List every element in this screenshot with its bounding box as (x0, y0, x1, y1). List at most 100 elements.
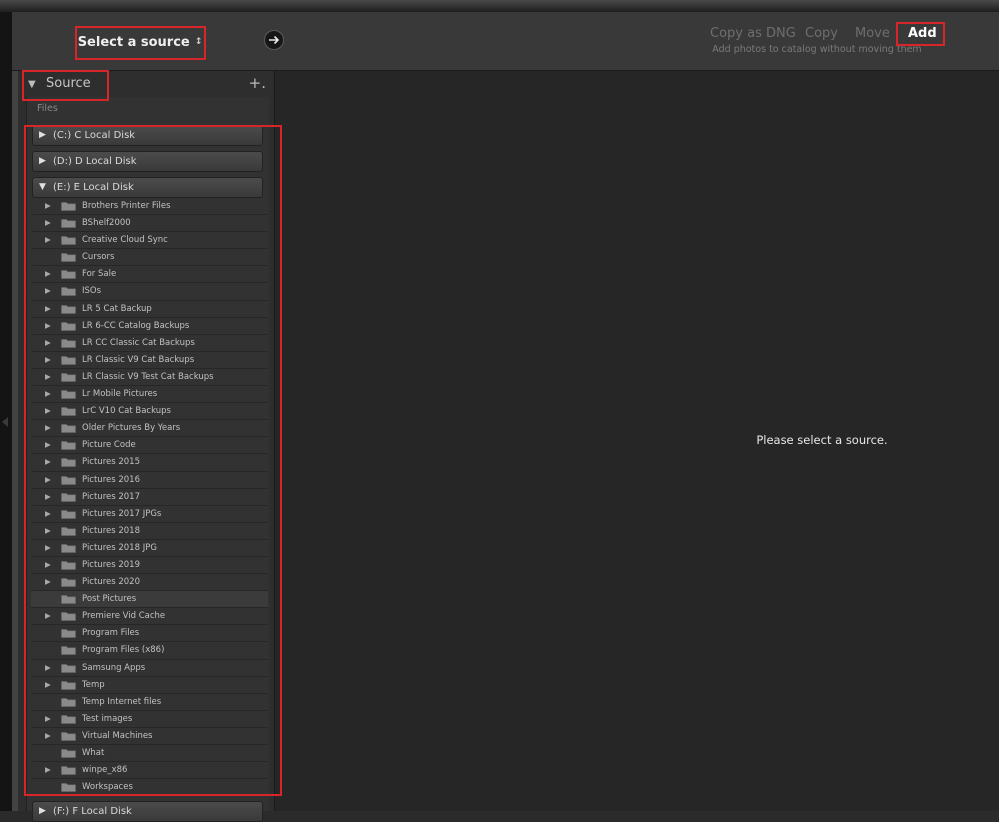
folder-row[interactable]: Post Pictures (31, 591, 268, 609)
folder-name: LR 5 Cat Backup (82, 303, 152, 314)
expand-triangle-icon[interactable]: ▶ (45, 475, 51, 484)
expand-triangle-icon[interactable]: ▶ (45, 560, 51, 569)
folder-icon (61, 732, 76, 741)
disk-c[interactable]: ▶ (C:) C Local Disk (32, 125, 263, 146)
folder-row[interactable]: ▶ Pictures 2020 (31, 574, 268, 592)
folder-row[interactable]: ▶ Temp (31, 677, 268, 694)
folder-row[interactable]: ▶ Pictures 2017 (31, 489, 268, 506)
expand-triangle-icon[interactable]: ▶ (45, 406, 51, 415)
folder-row[interactable]: Program Files (31, 625, 268, 643)
disk-d[interactable]: ▶ (D:) D Local Disk (32, 151, 263, 172)
source-panel-header[interactable]: ▼ Source +. (26, 74, 270, 97)
folder-name: Pictures 2016 (82, 474, 140, 485)
folder-row[interactable]: ▶ Creative Cloud Sync (31, 232, 268, 250)
expand-triangle-icon[interactable]: ▶ (45, 577, 51, 586)
folder-row[interactable]: ▶ LR Classic V9 Test Cat Backups (31, 369, 268, 387)
folder-row[interactable]: ▶ LrC V10 Cat Backups (31, 403, 268, 421)
expand-triangle-icon[interactable]: ▶ (45, 680, 51, 689)
move-option[interactable]: Move (855, 26, 890, 41)
folder-row[interactable]: ▶ Brothers Printer Files (31, 198, 268, 216)
triangle-down-icon[interactable]: ▼ (28, 79, 36, 90)
folder-row[interactable]: ▶ Pictures 2015 (31, 454, 268, 472)
plus-icon[interactable]: +. (249, 74, 266, 92)
select-source-dropdown[interactable]: Select a source ↕ (76, 26, 204, 58)
expand-triangle-icon[interactable]: ▶ (45, 663, 51, 672)
folder-row[interactable]: ▶ LR Classic V9 Cat Backups (31, 352, 268, 369)
expand-triangle-icon[interactable]: ▶ (45, 714, 51, 723)
disk-f[interactable]: ▶ (F:) F Local Disk (32, 801, 263, 822)
expand-triangle-icon[interactable]: ▶ (45, 423, 51, 432)
disk-label: (F:) F Local Disk (53, 806, 132, 817)
expand-triangle-icon[interactable]: ▶ (45, 338, 51, 347)
expand-triangle-icon[interactable]: ▶ (45, 218, 51, 227)
folder-name: LR Classic V9 Test Cat Backups (82, 371, 214, 382)
expand-triangle-icon[interactable]: ▶ (45, 372, 51, 381)
folder-row[interactable]: Program Files (x86) (31, 642, 268, 660)
expand-triangle-icon[interactable]: ▶ (45, 389, 51, 398)
go-arrow-icon[interactable] (264, 30, 284, 50)
folder-row[interactable]: ▶ Pictures 2017 JPGs (31, 506, 268, 523)
folder-row[interactable]: Workspaces (31, 779, 268, 797)
folder-row[interactable]: ▶ Pictures 2018 JPG (31, 540, 268, 557)
folder-icon (61, 766, 76, 775)
folder-row[interactable]: ▶ LR 6-CC Catalog Backups (31, 318, 268, 335)
expand-triangle-icon[interactable]: ▶ (45, 611, 51, 620)
copy-as-dng-option[interactable]: Copy as DNG (710, 26, 796, 41)
expand-triangle-icon[interactable]: ▶ (45, 440, 51, 449)
folder-row[interactable]: ▶ Pictures 2018 (31, 523, 268, 540)
folder-icon (61, 646, 76, 656)
folder-name: LrC V10 Cat Backups (82, 406, 171, 417)
copy-option[interactable]: Copy (805, 26, 838, 41)
expand-triangle-icon[interactable]: ▶ (45, 492, 51, 501)
expand-triangle-icon[interactable]: ▶ (45, 509, 51, 518)
folder-icon (61, 697, 76, 707)
add-option[interactable]: Add (908, 26, 937, 41)
folder-row[interactable]: ▶ Test images (31, 711, 268, 728)
folder-name: Picture Code (82, 440, 136, 451)
folder-row[interactable]: ▶ Pictures 2019 (31, 557, 268, 575)
folder-row[interactable]: ▶ Pictures 2016 (31, 472, 268, 489)
folder-row[interactable]: ▶ Samsung Apps (31, 660, 268, 677)
folder-name: Lr Mobile Pictures (82, 389, 158, 400)
expand-triangle-icon[interactable]: ▶ (45, 526, 51, 535)
folder-row[interactable]: ▶ For Sale (31, 266, 268, 284)
folder-row[interactable]: ▶ LR 5 Cat Backup (31, 301, 268, 318)
expand-triangle-icon[interactable]: ▶ (45, 731, 51, 740)
folder-row[interactable]: ▶ Virtual Machines (31, 728, 268, 745)
folder-row[interactable]: ▶ ISOs (31, 283, 268, 301)
folder-row[interactable]: ▶ BShelf2000 (31, 215, 268, 233)
folder-row[interactable]: ▶ LR CC Classic Cat Backups (31, 335, 268, 352)
folder-icon (61, 304, 76, 314)
expand-triangle-icon[interactable]: ▶ (45, 269, 51, 278)
expand-triangle-icon[interactable]: ▶ (45, 201, 51, 210)
folder-name: Samsung Apps (82, 662, 146, 673)
folder-row[interactable]: ▶ Premiere Vid Cache (31, 608, 268, 626)
triangle-right-icon: ▶ (39, 156, 46, 166)
expand-triangle-icon[interactable]: ▶ (45, 765, 51, 774)
folder-row[interactable]: Cursors (31, 249, 268, 267)
folder-row[interactable]: ▶ Older Pictures By Years (31, 420, 268, 438)
folder-name: For Sale (82, 269, 117, 280)
collapse-left-panel-icon[interactable] (2, 417, 8, 427)
folder-row[interactable]: ▶ Picture Code (31, 437, 268, 455)
mode-description: Add photos to catalog without moving the… (712, 44, 922, 55)
expand-triangle-icon[interactable]: ▶ (45, 321, 51, 330)
folder-row[interactable]: ▶ Lr Mobile Pictures (31, 386, 268, 404)
expand-triangle-icon[interactable]: ▶ (45, 543, 51, 552)
folder-name: Pictures 2019 (82, 559, 140, 570)
folder-name: Temp Internet files (82, 696, 162, 707)
disk-e[interactable]: ▼ (E:) E Local Disk (32, 177, 263, 198)
expand-triangle-icon[interactable]: ▶ (45, 457, 51, 466)
folder-icon (61, 338, 76, 348)
expand-triangle-icon[interactable]: ▶ (45, 304, 51, 313)
expand-triangle-icon[interactable]: ▶ (45, 235, 51, 244)
folder-row[interactable]: Temp Internet files (31, 694, 268, 711)
folder-row[interactable]: ▶ winpe_x86 (31, 762, 268, 780)
expand-triangle-icon[interactable]: ▶ (45, 286, 51, 295)
files-label: Files (37, 103, 58, 114)
folder-row[interactable]: What (31, 745, 268, 763)
folder-name: Workspaces (82, 782, 133, 793)
folder-name: Program Files (x86) (82, 645, 165, 656)
triangle-right-icon: ▶ (39, 806, 46, 816)
expand-triangle-icon[interactable]: ▶ (45, 355, 51, 364)
